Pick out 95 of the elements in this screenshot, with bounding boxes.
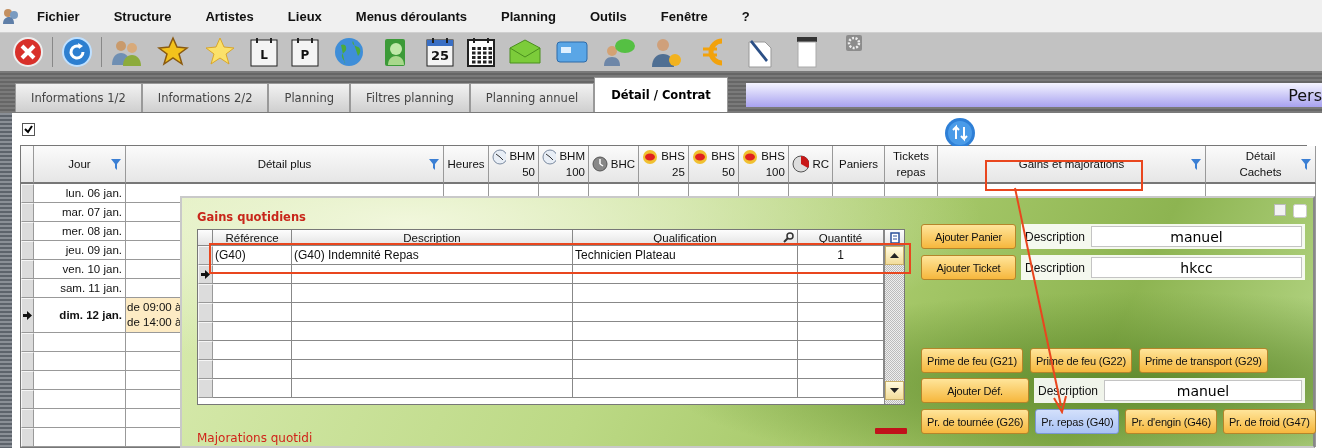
description-field[interactable]: Description manuel bbox=[1021, 224, 1305, 249]
row-header[interactable] bbox=[198, 265, 213, 284]
menu-item[interactable]: Artistes bbox=[188, 8, 271, 24]
add-button[interactable]: Ajouter Panier bbox=[921, 224, 1016, 249]
add-button[interactable]: Ajouter Déf. bbox=[921, 378, 1029, 403]
refresh-icon[interactable] bbox=[61, 36, 93, 68]
scroll-down-button[interactable] bbox=[885, 381, 904, 400]
menu-item[interactable]: Structure bbox=[96, 8, 189, 24]
prime-button[interactable]: Prime de feu (G21) bbox=[921, 348, 1023, 373]
column-header[interactable]: Paniers bbox=[833, 146, 885, 184]
calendar-icon[interactable]: L bbox=[249, 36, 279, 68]
column-header[interactable]: BHS 100 bbox=[739, 146, 789, 184]
clock-icon bbox=[542, 149, 557, 165]
tab[interactable]: Planning bbox=[268, 83, 350, 112]
prime-button[interactable]: Pr. de froid (G47) bbox=[1222, 409, 1316, 434]
filter-icon[interactable] bbox=[429, 159, 439, 170]
column-header[interactable]: Détail Cachets bbox=[1206, 146, 1316, 184]
caret-up-icon bbox=[890, 253, 899, 258]
section-title: Gains quotidiens bbox=[197, 210, 307, 226]
square-icon[interactable] bbox=[1274, 204, 1286, 216]
tab[interactable]: Planning annuel bbox=[469, 83, 595, 112]
day-cell: mar. 07 jan. bbox=[34, 203, 126, 222]
globe-icon[interactable] bbox=[333, 36, 365, 68]
tab[interactable]: Informations 1/2 bbox=[15, 83, 142, 112]
search-icon[interactable] bbox=[783, 232, 794, 243]
scrollbar[interactable] bbox=[885, 246, 904, 404]
prime-button[interactable]: Prime de transport (G29) bbox=[1138, 348, 1268, 373]
column-header[interactable]: BHM 100 bbox=[539, 146, 589, 184]
row-pointer-icon bbox=[23, 311, 32, 320]
column-header[interactable]: Détail plus bbox=[126, 146, 444, 184]
column-header[interactable]: Tickets repas bbox=[885, 146, 938, 184]
section-title: Majorations quotidi bbox=[197, 431, 313, 445]
header-banner: Pers bbox=[745, 83, 1322, 107]
column-header[interactable]: Heures bbox=[444, 146, 489, 184]
card-icon[interactable] bbox=[555, 39, 589, 65]
prime-button[interactable]: Pr. repas (G40) bbox=[1035, 409, 1120, 434]
day-cell: lun. 06 jan. bbox=[34, 184, 126, 203]
filter-icon[interactable] bbox=[1191, 159, 1201, 170]
column-header[interactable]: RC bbox=[789, 146, 833, 184]
day-cell: ven. 10 jan. bbox=[34, 260, 126, 279]
coin-icon bbox=[642, 149, 659, 165]
status-bar-indicator bbox=[875, 428, 907, 434]
person-icon[interactable] bbox=[650, 36, 682, 68]
clock-icon bbox=[492, 149, 507, 165]
close-icon[interactable] bbox=[12, 36, 44, 68]
corner-header bbox=[198, 230, 213, 246]
table-cell: 1 bbox=[798, 246, 884, 265]
field-label: Description bbox=[1025, 229, 1086, 244]
menu-item[interactable]: Fenêtre bbox=[643, 8, 725, 24]
app-icon[interactable] bbox=[2, 7, 20, 25]
menu-item[interactable]: Fichier bbox=[20, 8, 97, 24]
caret-down-icon bbox=[890, 388, 899, 393]
menu-item[interactable]: Menus déroulants bbox=[338, 8, 485, 24]
sync-icon[interactable] bbox=[944, 117, 976, 149]
column-header[interactable]: BHC bbox=[589, 146, 639, 184]
chat-person-icon[interactable] bbox=[602, 37, 636, 67]
clock-icon bbox=[592, 156, 608, 172]
calendar-icon[interactable]: 25 bbox=[425, 36, 455, 68]
day-cell: jeu. 09 jan. bbox=[34, 241, 126, 260]
menu-item[interactable]: Outils bbox=[572, 8, 644, 24]
day-cell: mer. 08 jan. bbox=[34, 222, 126, 241]
column-header[interactable]: BHS 50 bbox=[689, 146, 739, 184]
column-header[interactable]: BHS 25 bbox=[639, 146, 689, 184]
table-cell: (G40) Indemnité Repas bbox=[292, 246, 573, 265]
row-header[interactable] bbox=[21, 298, 34, 333]
tab[interactable]: Informations 2/2 bbox=[141, 83, 269, 112]
calendar-icon[interactable]: P bbox=[290, 36, 320, 68]
day-cell: sam. 11 jan. bbox=[34, 279, 126, 298]
row-pointer-icon bbox=[201, 270, 210, 279]
coin-icon bbox=[742, 149, 759, 165]
printer-icon[interactable] bbox=[794, 35, 820, 69]
star-badge-icon[interactable] bbox=[157, 36, 189, 68]
square-icon[interactable] bbox=[1293, 204, 1307, 218]
menu-item[interactable]: Lieux bbox=[270, 8, 339, 24]
menu-item[interactable]: ? bbox=[724, 8, 767, 24]
corner-header bbox=[21, 146, 34, 184]
prime-button[interactable]: Pr. d'engin (G46) bbox=[1125, 409, 1217, 434]
tab[interactable]: Détail / Contrat bbox=[594, 77, 728, 112]
menu-item[interactable]: Planning bbox=[484, 8, 573, 24]
checkbox[interactable] bbox=[22, 122, 35, 136]
pie-chart-icon bbox=[792, 155, 810, 173]
calendar-icon[interactable] bbox=[466, 36, 496, 68]
table-cell: Technicien Plateau bbox=[573, 246, 798, 265]
prime-button[interactable]: Pr. de tournée (G26) bbox=[921, 409, 1030, 434]
tab[interactable]: Filtres planning bbox=[350, 83, 470, 112]
star-icon[interactable] bbox=[204, 36, 236, 68]
column-header[interactable]: BHM 50 bbox=[489, 146, 539, 184]
column-header[interactable]: Jour bbox=[34, 146, 126, 184]
scroll-up-button[interactable] bbox=[885, 246, 904, 265]
filter-icon[interactable] bbox=[111, 159, 121, 170]
envelope-icon[interactable] bbox=[508, 38, 542, 66]
table-cell: (G40) bbox=[213, 246, 292, 265]
coin-icon bbox=[692, 149, 709, 165]
add-button[interactable]: Ajouter Ticket bbox=[921, 255, 1016, 280]
filter-icon[interactable] bbox=[1301, 159, 1311, 170]
